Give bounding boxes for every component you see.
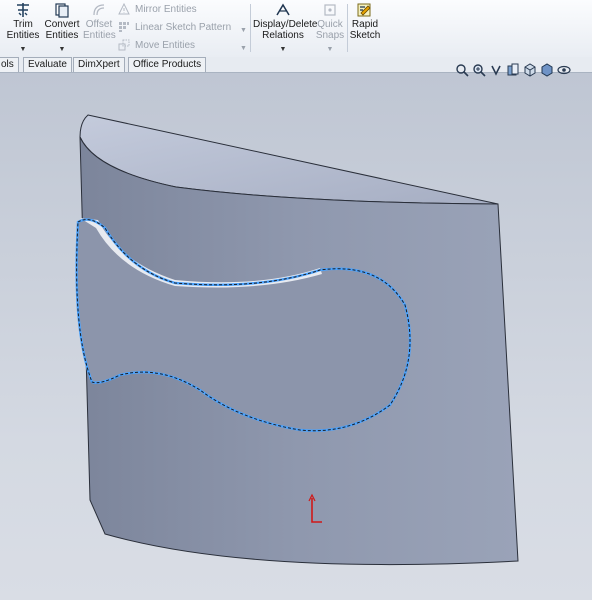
rapid-sketch-button[interactable]: Rapid Sketch <box>349 2 381 41</box>
trim-icon <box>17 3 29 17</box>
trim-entities-button[interactable]: Trim Entities ▼ <box>6 2 40 55</box>
display-delete-relations-button[interactable]: Display/Delete Relations ▼ <box>253 2 317 55</box>
zoom-to-fit-icon[interactable] <box>455 63 469 77</box>
hide-show-icon[interactable] <box>557 63 571 77</box>
heads-up-view-toolbar <box>455 63 571 77</box>
previous-view-icon[interactable] <box>489 63 503 77</box>
move-icon <box>118 39 130 51</box>
trim-label-2: Entities <box>6 30 40 41</box>
offset-entities-button[interactable]: Offset Entities <box>83 2 116 41</box>
move-label: Move Entities <box>135 40 196 51</box>
tab-tools[interactable]: ols <box>0 57 19 72</box>
view-orientation-icon[interactable] <box>523 63 537 77</box>
ribbon-separator <box>347 4 348 52</box>
chevron-down-icon[interactable]: ▼ <box>253 44 313 55</box>
rapid-label-2: Sketch <box>349 30 381 41</box>
relations-label-2: Relations <box>262 30 304 41</box>
section-view-icon[interactable] <box>506 63 520 77</box>
relations-icon <box>276 3 290 16</box>
offset-label-2: Entities <box>83 30 116 41</box>
graphics-area[interactable] <box>0 73 592 600</box>
chevron-down-icon[interactable]: ▼ <box>43 44 81 55</box>
convert-icon <box>55 3 69 18</box>
offset-icon <box>93 4 105 16</box>
move-entities-button[interactable]: Move Entities <box>118 38 195 54</box>
chevron-down-icon[interactable]: ▼ <box>240 45 247 52</box>
convert-label-1: Convert <box>44 19 80 30</box>
mirror-entities-button[interactable]: Mirror Entities <box>118 2 197 18</box>
trim-label-1: Trim <box>13 19 33 30</box>
quick-snaps-button[interactable]: Quick Snaps ▼ <box>315 2 345 55</box>
display-style-icon[interactable] <box>540 63 554 77</box>
tab-dimxpert[interactable]: DimXpert <box>73 57 125 72</box>
tab-office-products[interactable]: Office Products <box>128 57 207 72</box>
snaps-label-2: Snaps <box>315 30 345 41</box>
chevron-down-icon[interactable]: ▼ <box>240 27 247 34</box>
rapid-sketch-icon <box>357 3 371 17</box>
mirror-icon <box>118 3 130 15</box>
rapid-label-1: Rapid <box>351 19 379 30</box>
pattern-icon <box>119 22 129 33</box>
chevron-down-icon[interactable]: ▼ <box>315 44 345 55</box>
chevron-down-icon[interactable]: ▼ <box>6 44 40 55</box>
zoom-area-icon[interactable] <box>472 63 486 77</box>
tab-evaluate[interactable]: Evaluate <box>23 57 72 72</box>
snap-icon <box>324 4 336 16</box>
mirror-label: Mirror Entities <box>135 4 197 15</box>
linear-sketch-pattern-button[interactable]: Linear Sketch Pattern <box>118 20 231 36</box>
ribbon-separator <box>250 4 251 52</box>
part-model <box>75 114 519 566</box>
relations-label-1: Display/Delete <box>253 19 318 30</box>
snaps-label-1: Quick <box>317 19 343 30</box>
linear-pattern-label: Linear Sketch Pattern <box>135 22 232 33</box>
offset-label-1: Offset <box>85 19 113 30</box>
command-manager-ribbon: Trim Entities ▼ Convert Entities ▼ Offse… <box>0 0 592 58</box>
convert-entities-button[interactable]: Convert Entities ▼ <box>43 2 81 55</box>
convert-label-2: Entities <box>45 30 79 41</box>
